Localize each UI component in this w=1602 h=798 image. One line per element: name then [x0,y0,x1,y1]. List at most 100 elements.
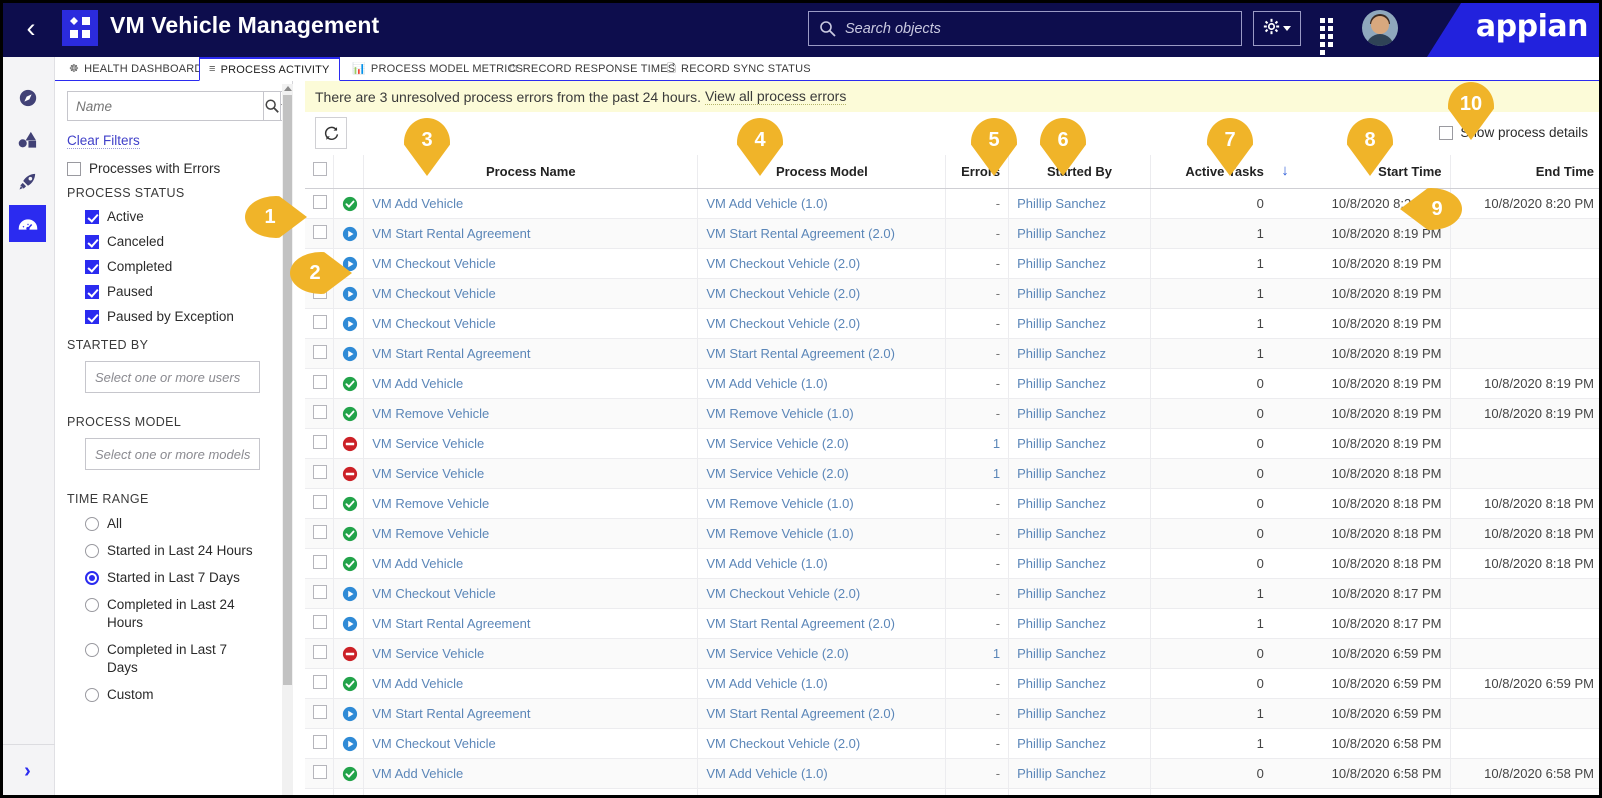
process-model-link[interactable]: VM Checkout Vehicle (2.0) [706,316,860,331]
table-row[interactable]: VM Start Rental Agreement VM Start Rental… [305,608,1602,639]
process-name-link[interactable]: VM Start Rental Agreement [372,226,530,241]
row-process-name-cell[interactable]: VM Start Rental Agreement [363,608,698,639]
table-row[interactable]: VM Remove Vehicle VM Remove Vehicle (1.0)… [305,398,1602,429]
row-started-by-cell[interactable]: Phillip Sanchez [1008,338,1151,369]
process-model-link[interactable]: VM Add Vehicle (1.0) [706,556,827,571]
row-checkbox[interactable] [313,465,327,479]
column-header-process-model[interactable]: Process Model [697,155,946,189]
row-started-by-cell[interactable]: Phillip Sanchez [1008,488,1151,519]
process-name-link[interactable]: VM Checkout Vehicle [372,586,496,601]
row-started-by-cell[interactable]: Phillip Sanchez [1008,638,1151,669]
row-process-model-cell[interactable]: VM Start Rental Agreement (2.0) [697,338,946,369]
row-checkbox[interactable] [313,195,327,209]
column-header-errors[interactable]: Errors [945,155,1009,189]
expand-sidebar-button[interactable]: › [0,744,55,798]
row-select-cell[interactable] [305,278,334,309]
process-name-link[interactable]: VM Add Vehicle [372,676,463,691]
errors-link[interactable]: 1 [993,646,1000,661]
started-by-picker[interactable]: Select one or more users [85,361,260,393]
started-by-link[interactable]: Phillip Sanchez [1017,496,1106,511]
row-started-by-cell[interactable]: Phillip Sanchez [1008,668,1151,699]
row-select-cell[interactable] [305,728,334,759]
row-checkbox[interactable] [313,405,327,419]
row-process-name-cell[interactable]: VM Service Vehicle [363,428,698,459]
table-row[interactable]: VM Checkout Vehicle VM Checkout Vehicle (… [305,308,1602,339]
row-process-model-cell[interactable]: VM Checkout Vehicle (2.0) [697,278,946,309]
started-by-link[interactable]: Phillip Sanchez [1017,406,1106,421]
row-checkbox[interactable] [313,615,327,629]
time-range-all[interactable]: All [85,515,280,533]
row-started-by-cell[interactable]: Phillip Sanchez [1008,248,1151,279]
row-process-model-cell[interactable]: VM Add Vehicle (1.0) [697,668,946,699]
row-process-model-cell[interactable]: VM Add Vehicle (1.0) [697,788,946,798]
sidebar-scrollbar[interactable] [282,84,293,798]
column-header-started-by[interactable]: Started By [1008,155,1151,189]
row-select-cell[interactable] [305,608,334,639]
process-model-link[interactable]: VM Start Rental Agreement (2.0) [706,706,895,721]
rail-item-rocket[interactable] [9,163,46,200]
process-name-link[interactable]: VM Checkout Vehicle [372,286,496,301]
row-started-by-cell[interactable]: Phillip Sanchez [1008,218,1151,249]
tab-process-activity[interactable]: ≡ PROCESS ACTIVITY [199,57,340,81]
status-filter-active[interactable]: Active [85,209,280,224]
apps-grid-icon[interactable] [1320,18,1341,55]
tab-record-response-times[interactable]: ⏱ RECORD RESPONSE TIMES [500,57,684,81]
row-select-cell[interactable] [305,218,334,249]
row-checkbox[interactable] [313,585,327,599]
name-search-button[interactable] [263,91,281,121]
row-started-by-cell[interactable]: Phillip Sanchez [1008,188,1151,219]
started-by-link[interactable]: Phillip Sanchez [1017,196,1106,211]
row-process-name-cell[interactable]: VM Add Vehicle [363,368,698,399]
table-row[interactable]: VM Add Vehicle VM Add Vehicle (1.0) -Phill… [305,548,1602,579]
refresh-button[interactable] [315,117,347,149]
process-name-link[interactable]: VM Service Vehicle [372,646,484,661]
table-row[interactable]: VM Checkout Vehicle VM Checkout Vehicle (… [305,578,1602,609]
row-checkbox[interactable] [313,735,327,749]
rail-item-monitoring[interactable] [9,205,46,242]
started-by-link[interactable]: Phillip Sanchez [1017,646,1106,661]
row-process-model-cell[interactable]: VM Checkout Vehicle (2.0) [697,728,946,759]
process-model-link[interactable]: VM Checkout Vehicle (2.0) [706,586,860,601]
app-grid-icon[interactable] [62,10,98,46]
process-model-link[interactable]: VM Remove Vehicle (1.0) [706,496,853,511]
row-started-by-cell[interactable]: Phillip Sanchez [1008,728,1151,759]
started-by-link[interactable]: Phillip Sanchez [1017,376,1106,391]
table-row[interactable]: VM Checkout Vehicle VM Checkout Vehicle (… [305,278,1602,309]
scrollbar-thumb[interactable] [283,95,292,685]
search-input[interactable]: Search objects [808,11,1242,46]
process-name-link[interactable]: VM Remove Vehicle [372,496,489,511]
row-select-cell[interactable] [305,758,334,789]
row-process-name-cell[interactable]: VM Checkout Vehicle [363,578,698,609]
clear-filters-link[interactable]: Clear Filters [67,133,140,149]
status-filter-paused[interactable]: Paused [85,284,280,299]
column-header-active-tasks[interactable]: Active Tasks [1149,155,1272,189]
row-process-model-cell[interactable]: VM Remove Vehicle (1.0) [697,398,946,429]
row-process-name-cell[interactable]: VM Start Rental Agreement [363,698,698,729]
row-process-model-cell[interactable]: VM Checkout Vehicle (2.0) [697,248,946,279]
row-process-name-cell[interactable]: VM Add Vehicle [363,668,698,699]
process-name-link[interactable]: VM Checkout Vehicle [372,256,496,271]
row-process-name-cell[interactable]: VM Checkout Vehicle [363,278,698,309]
started-by-link[interactable]: Phillip Sanchez [1017,226,1106,241]
row-started-by-cell[interactable]: Phillip Sanchez [1008,428,1151,459]
row-checkbox[interactable] [313,435,327,449]
row-started-by-cell[interactable]: Phillip Sanchez [1008,758,1151,789]
row-select-cell[interactable] [305,338,334,369]
processes-with-errors-checkbox[interactable]: Processes with Errors [67,161,280,176]
process-name-link[interactable]: VM Service Vehicle [372,466,484,481]
started-by-link[interactable]: Phillip Sanchez [1017,286,1106,301]
row-process-model-cell[interactable]: VM Start Rental Agreement (2.0) [697,218,946,249]
row-started-by-cell[interactable]: Phillip Sanchez [1008,368,1151,399]
started-by-link[interactable]: Phillip Sanchez [1017,556,1106,571]
row-process-model-cell[interactable]: VM Remove Vehicle (1.0) [697,518,946,549]
row-checkbox[interactable] [313,525,327,539]
row-checkbox[interactable] [313,705,327,719]
column-header-end-time[interactable]: End Time [1449,155,1602,189]
time-range-completed-7d[interactable]: Completed in Last 7 Days [85,641,280,677]
row-select-cell[interactable] [305,428,334,459]
table-row[interactable]: VM Add Vehicle VM Add Vehicle (1.0) -Phill… [305,368,1602,399]
tab-record-sync-status[interactable]: 🗋 RECORD SYNC STATUS [658,57,820,81]
process-name-link[interactable]: VM Start Rental Agreement [372,346,530,361]
table-row[interactable]: VM Checkout Vehicle VM Checkout Vehicle (… [305,248,1602,279]
table-row[interactable]: VM Service Vehicle VM Service Vehicle (2.… [305,458,1602,489]
